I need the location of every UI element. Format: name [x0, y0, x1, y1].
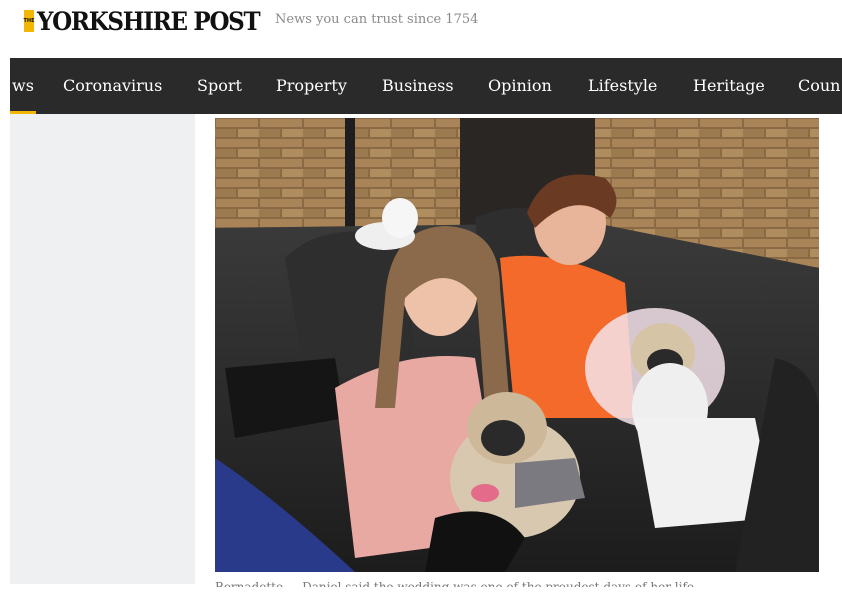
article-photo[interactable] — [215, 118, 819, 572]
left-sidebar — [10, 114, 195, 584]
site-logo[interactable]: THE YORKSHIRE POST — [24, 6, 279, 36]
site-header: THE YORKSHIRE POST News you can trust si… — [0, 0, 842, 58]
nav-item-sport[interactable]: Sport — [197, 58, 242, 114]
nav-item-opinion[interactable]: Opinion — [488, 58, 552, 114]
logo-text: YORKSHIRE POST — [37, 6, 261, 36]
nav-item-coronavirus[interactable]: Coronavirus — [63, 58, 162, 114]
nav-item-business[interactable]: Business — [382, 58, 454, 114]
logo-small-text: THE — [23, 18, 35, 24]
nav-item-country[interactable]: Coun — [798, 58, 840, 114]
site-tagline: News you can trust since 1754 — [275, 12, 479, 27]
nav-item-lifestyle[interactable]: Lifestyle — [588, 58, 657, 114]
photo-caption: Bernadette ... Daniel said the wedding w… — [215, 580, 694, 594]
main-nav: ws Coronavirus Sport Property Business O… — [10, 58, 842, 114]
nav-item-news[interactable]: ws — [12, 58, 34, 114]
nav-item-heritage[interactable]: Heritage — [693, 58, 765, 114]
logo-the-badge: THE — [23, 10, 35, 32]
nav-item-property[interactable]: Property — [276, 58, 347, 114]
